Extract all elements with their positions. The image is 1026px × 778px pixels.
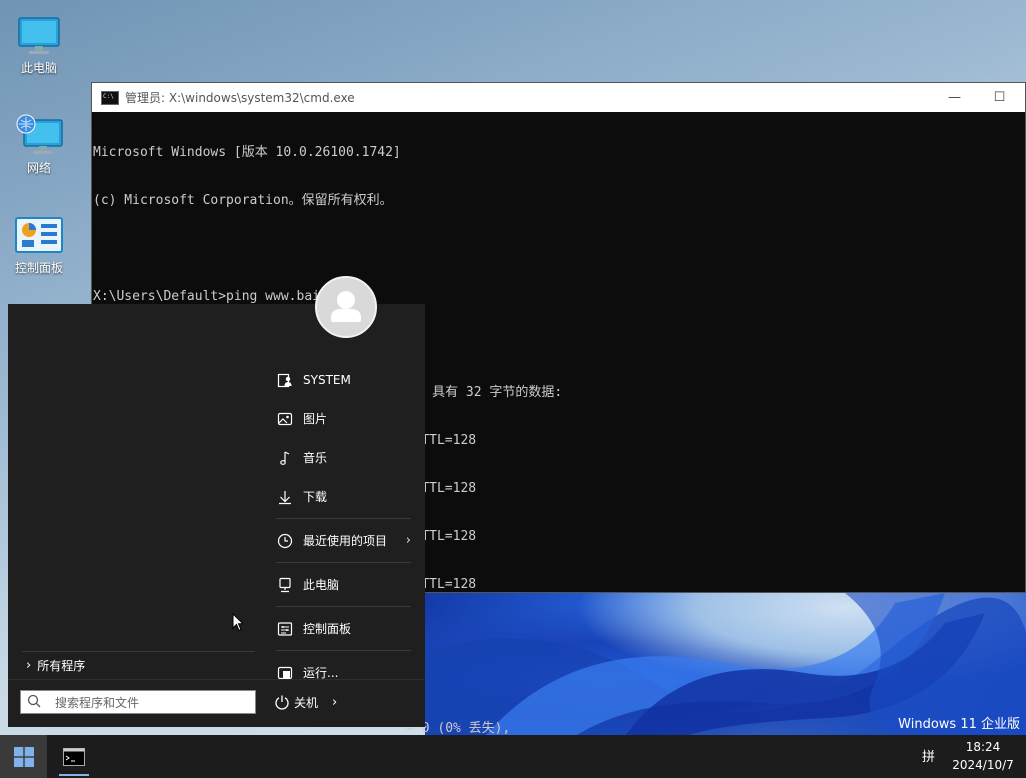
console-line: Microsoft Windows [版本 10.0.26100.1742]: [93, 145, 401, 160]
search-placeholder: 搜索程序和文件: [55, 695, 140, 710]
windows-logo-icon: [13, 746, 34, 767]
start-item-label: 下载: [303, 490, 328, 504]
user-avatar[interactable]: [315, 276, 377, 338]
menu-separator: [276, 606, 411, 607]
mouse-cursor-icon: [232, 612, 245, 636]
control-panel-icon: [276, 620, 294, 638]
start-item-label: SYSTEM: [303, 372, 351, 387]
user-folder-icon: [276, 371, 294, 389]
computer-icon: [276, 576, 294, 594]
start-item-pictures[interactable]: 图片: [276, 399, 411, 438]
start-item-label: 音乐: [303, 451, 328, 465]
menu-separator: [8, 679, 425, 680]
cmd-titlebar[interactable]: 管理员: X:\windows\system32\cmd.exe — ☐: [92, 83, 1025, 112]
music-icon: [276, 449, 294, 467]
desktop-icon-label: 此电脑: [20, 61, 57, 75]
maximize-button[interactable]: ☐: [977, 83, 1022, 112]
start-item-label: 最近使用的项目: [303, 534, 388, 548]
console-line: (c) Microsoft Corporation。保留所有权利。: [93, 193, 393, 208]
menu-separator: [22, 651, 255, 652]
download-icon: [276, 488, 294, 506]
ime-indicator[interactable]: 拼: [922, 746, 935, 765]
active-indicator: [59, 774, 89, 776]
start-button[interactable]: [0, 735, 47, 778]
search-input[interactable]: 搜索程序和文件: [20, 690, 256, 714]
picture-icon: [276, 410, 294, 428]
start-menu[interactable]: SYSTEM 图片 音乐 下载 最近使用的项目 › 此电脑 控制面板 运行...…: [8, 276, 425, 727]
desktop-icon-label: 控制面板: [14, 261, 63, 275]
power-icon: [274, 694, 290, 710]
minimize-button[interactable]: —: [932, 83, 977, 112]
desktop-icon-label: 网络: [26, 161, 51, 175]
all-programs-label: 所有程序: [37, 659, 86, 673]
menu-separator: [276, 650, 411, 651]
menu-separator: [276, 518, 411, 519]
start-item-label: 控制面板: [303, 622, 352, 636]
chevron-right-icon: ›: [405, 533, 411, 548]
start-item-music[interactable]: 音乐: [276, 438, 411, 477]
start-item-control-panel[interactable]: 控制面板: [276, 609, 411, 648]
start-item-this-pc[interactable]: 此电脑: [276, 565, 411, 604]
search-icon: [27, 694, 41, 711]
start-item-downloads[interactable]: 下载: [276, 477, 411, 516]
clock-icon: [276, 532, 294, 550]
desktop-icon-control-panel[interactable]: 控制面板: [4, 216, 74, 276]
network-icon: [16, 114, 63, 154]
control-panel-icon: [15, 217, 63, 253]
system-clock[interactable]: 18:24 2024/10/7: [950, 738, 1016, 774]
cmd-app-icon: [101, 90, 119, 105]
user-icon: [331, 291, 361, 322]
chevron-right-icon[interactable]: ›: [332, 695, 337, 710]
menu-separator: [276, 562, 411, 563]
start-item-recent[interactable]: 最近使用的项目 ›: [276, 521, 411, 560]
desktop-icon-network[interactable]: 网络: [4, 114, 74, 176]
taskbar: 拼 18:24 2024/10/7: [0, 735, 1026, 778]
console-line: X:\Users\Default>ping www.baidu.com: [93, 289, 367, 304]
start-item-label: 此电脑: [303, 578, 340, 592]
start-item-system[interactable]: SYSTEM: [276, 360, 411, 399]
terminal-icon: [63, 747, 85, 766]
desktop-icon-this-pc[interactable]: 此电脑: [4, 16, 74, 76]
shutdown-label: 关机: [294, 695, 319, 710]
cmd-window-title: 管理员: X:\windows\system32\cmd.exe: [125, 91, 355, 105]
clock-date: 2024/10/7: [952, 758, 1014, 772]
all-programs-button[interactable]: › 所有程序: [26, 657, 85, 674]
start-item-run[interactable]: 运行...: [276, 653, 411, 692]
shutdown-button[interactable]: 关机 ›: [274, 690, 337, 714]
taskbar-cmd-button[interactable]: [53, 735, 95, 778]
chevron-right-icon: ›: [26, 658, 32, 673]
start-item-label: 图片: [303, 412, 328, 426]
computer-icon: [18, 17, 60, 54]
clock-time: 18:24: [965, 740, 1001, 754]
start-menu-places: SYSTEM 图片 音乐 下载 最近使用的项目 › 此电脑 控制面板 运行...: [276, 360, 411, 692]
